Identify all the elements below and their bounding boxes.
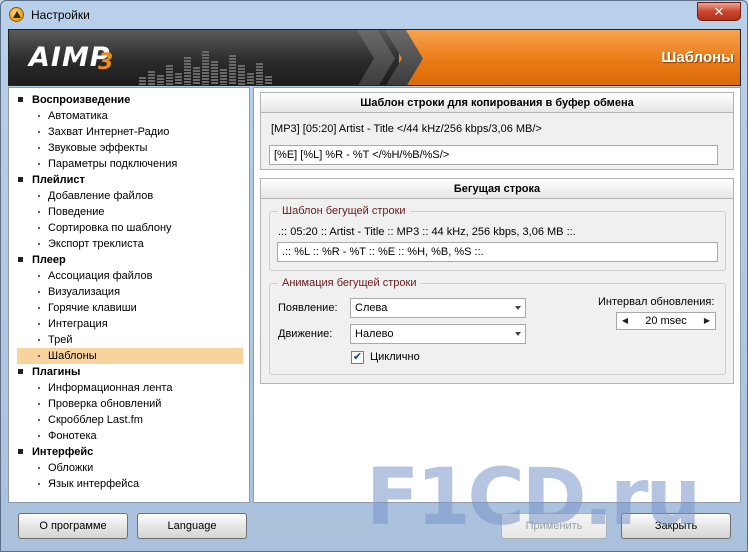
tree-item-label: Поведение (48, 206, 105, 218)
close-window-button[interactable]: ✕ (697, 2, 741, 21)
ticker-preview: .:: 05:20 :: Artist - Title :: MP3 :: 44… (278, 226, 576, 238)
settings-window: Настройки ✕ AIMP 3 Шаблоны Воспроизведен… (0, 0, 748, 552)
cyclic-label: Циклично (370, 351, 420, 363)
tree-item-label: Плейлист (32, 174, 85, 186)
tree-item-label: Проверка обновлений (48, 398, 162, 410)
close-button[interactable]: Закрыть (621, 513, 731, 539)
tree-item-label: Экспорт треклиста (48, 238, 144, 250)
section-title: Шаблоны (661, 49, 734, 66)
appearance-select[interactable]: Слева (350, 298, 526, 318)
chevron-down-icon (515, 332, 521, 336)
chevron-down-icon (515, 306, 521, 310)
tree-item-label: Скробблер Last.fm (48, 414, 143, 426)
title-bar: Настройки ✕ (1, 1, 747, 29)
interval-value: 20 msec (645, 315, 687, 327)
tree-item[interactable]: Захват Интернет-Радио (17, 124, 243, 140)
clipboard-template-panel: Шаблон строки для копирования в буфер об… (260, 92, 734, 170)
tree-item-label: Информационная лента (48, 382, 173, 394)
tree-item-label: Фонотека (48, 430, 97, 442)
chevron-left-icon[interactable]: ◀ (619, 313, 631, 329)
tree-item[interactable]: Автоматика (17, 108, 243, 124)
ticker-panel: Бегущая строка Шаблон бегущей строки .::… (260, 178, 734, 384)
tree-item[interactable]: Проверка обновлений (17, 396, 243, 412)
about-button[interactable]: О программе (18, 513, 128, 539)
header-banner: AIMP 3 Шаблоны (8, 29, 741, 86)
templates-page: Шаблон строки для копирования в буфер об… (253, 87, 741, 503)
tree-item-label: Горячие клавиши (48, 302, 137, 314)
tree-item-label: Плагины (32, 366, 81, 378)
clipboard-panel-title: Шаблон строки для копирования в буфер об… (261, 93, 733, 113)
tree-item-label: Язык интерфейса (48, 478, 140, 490)
ticker-template-input[interactable]: .:: %L :: %R - %T :: %E :: %H, %B, %S ::… (277, 242, 718, 262)
tree-item-label: Шаблоны (48, 350, 97, 362)
tree-item-label: Добавление файлов (48, 190, 154, 202)
ticker-template-group: Шаблон бегущей строки .:: 05:20 :: Artis… (269, 205, 726, 271)
interval-spinner[interactable]: ◀ 20 msec ▶ (616, 312, 716, 330)
header-orange-band: Шаблоны (357, 30, 740, 85)
tree-item[interactable]: Фонотека (17, 428, 243, 444)
tree-group-item[interactable]: Интерфейс (17, 444, 243, 460)
tree-item[interactable]: Визуализация (17, 284, 243, 300)
equalizer-decoration (139, 40, 279, 85)
tree-item-label: Визуализация (48, 286, 121, 298)
tree-item[interactable]: Звуковые эффекты (17, 140, 243, 156)
tree-item[interactable]: Ассоциация файлов (17, 268, 243, 284)
tree-group-item[interactable]: Воспроизведение (17, 92, 243, 108)
clipboard-preview: [MP3] [05:20] Artist - Title </44 kHz/25… (271, 123, 542, 135)
tree-item[interactable]: Поведение (17, 204, 243, 220)
tree-item-label: Ассоциация файлов (48, 270, 153, 282)
tree-item-label: Захват Интернет-Радио (48, 126, 170, 138)
language-button[interactable]: Language (137, 513, 247, 539)
aimp-logo-version: 3 (98, 50, 114, 75)
cyclic-checkbox[interactable]: ✔ (351, 351, 364, 364)
tree-item-label: Интеграция (48, 318, 108, 330)
interval-label: Интервал обновления: (598, 296, 715, 308)
appearance-value: Слева (355, 302, 388, 314)
tree-item[interactable]: Параметры подключения (17, 156, 243, 172)
chevron-decoration (357, 30, 395, 85)
tree-item-label: Интерфейс (32, 446, 94, 458)
apply-button[interactable]: Применить (501, 513, 607, 539)
ticker-panel-title: Бегущая строка (261, 179, 733, 199)
movement-select[interactable]: Налево (350, 324, 526, 344)
tree-item[interactable]: Скробблер Last.fm (17, 412, 243, 428)
tree-group-item[interactable]: Плагины (17, 364, 243, 380)
tree-item-label: Параметры подключения (48, 158, 178, 170)
tree-item[interactable]: Горячие клавиши (17, 300, 243, 316)
tree-item[interactable]: Интеграция (17, 316, 243, 332)
tree-item[interactable]: Сортировка по шаблону (17, 220, 243, 236)
tree-item[interactable]: Язык интерфейса (17, 476, 243, 492)
aimp-app-icon (9, 7, 24, 22)
chevron-right-icon[interactable]: ▶ (701, 313, 713, 329)
tree-item[interactable]: Добавление файлов (17, 188, 243, 204)
tree-item-label: Автоматика (48, 110, 108, 122)
tree-item-label: Плеер (32, 254, 66, 266)
ticker-template-legend: Шаблон бегущей строки (278, 205, 410, 217)
tree-item-label: Звуковые эффекты (48, 142, 148, 154)
tree-group-item[interactable]: Плеер (17, 252, 243, 268)
tree-item[interactable]: Трей (17, 332, 243, 348)
tree-item-label: Трей (48, 334, 73, 346)
ticker-animation-group: Анимация бегущей строки Появление: Слева… (269, 277, 726, 375)
tree-item-label: Обложки (48, 462, 94, 474)
appearance-label: Появление: (278, 302, 338, 314)
tree-item[interactable]: Обложки (17, 460, 243, 476)
settings-tree: Воспроизведение Автоматика Захват Интернет… (8, 87, 250, 503)
tree-item-label: Сортировка по шаблону (48, 222, 172, 234)
ticker-animation-legend: Анимация бегущей строки (278, 277, 421, 289)
movement-label: Движение: (278, 328, 333, 340)
tree-item[interactable]: Информационная лента (17, 380, 243, 396)
tree-item-label: Воспроизведение (32, 94, 131, 106)
tree-item[interactable]: Экспорт треклиста (17, 236, 243, 252)
checkmark-icon: ✔ (352, 351, 363, 363)
tree-group-item[interactable]: Плейлист (17, 172, 243, 188)
window-title: Настройки (31, 8, 90, 22)
tree-item[interactable]: Шаблоны (17, 348, 243, 364)
movement-value: Налево (355, 328, 394, 340)
clipboard-template-input[interactable]: [%E] [%L] %R - %T </%H/%B/%S/> (269, 145, 718, 165)
